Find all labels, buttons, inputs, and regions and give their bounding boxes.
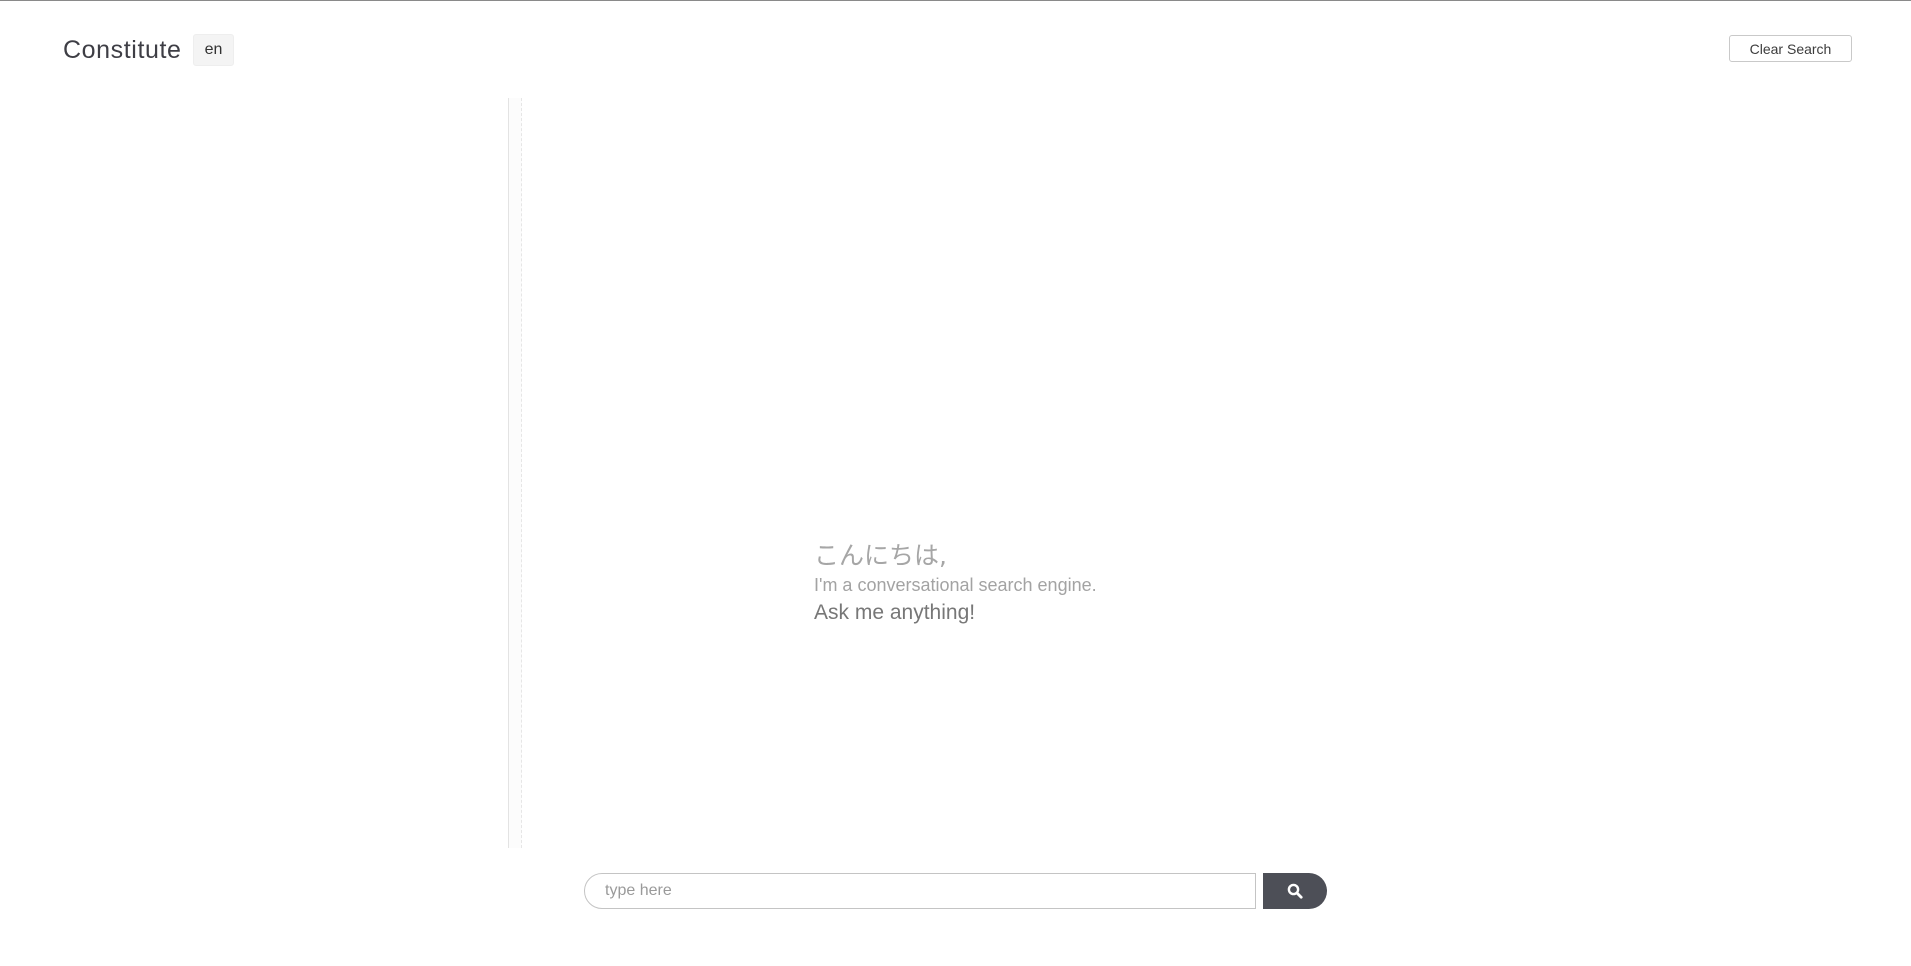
greeting-hello: こんにちは,: [814, 541, 947, 570]
search-button[interactable]: [1263, 873, 1327, 909]
search-bar: [584, 873, 1327, 909]
chat-scroll-rail[interactable]: [508, 98, 522, 848]
greeting-subtitle: I'm a conversational search engine.: [814, 575, 1097, 595]
search-icon: [1287, 883, 1303, 899]
brand-name[interactable]: Constitute: [63, 36, 182, 65]
greeting-cta: Ask me anything!: [814, 601, 976, 624]
clear-search-button[interactable]: Clear Search: [1729, 35, 1852, 62]
search-input[interactable]: [584, 873, 1256, 909]
language-badge[interactable]: en: [192, 34, 235, 66]
app-header: Constitute en Clear Search: [0, 0, 1911, 98]
greeting: こんにちは, I'm a conversational search engin…: [814, 541, 1097, 627]
brand: Constitute en: [63, 34, 235, 66]
chat-panel: こんにちは, I'm a conversational search engin…: [508, 98, 1378, 848]
